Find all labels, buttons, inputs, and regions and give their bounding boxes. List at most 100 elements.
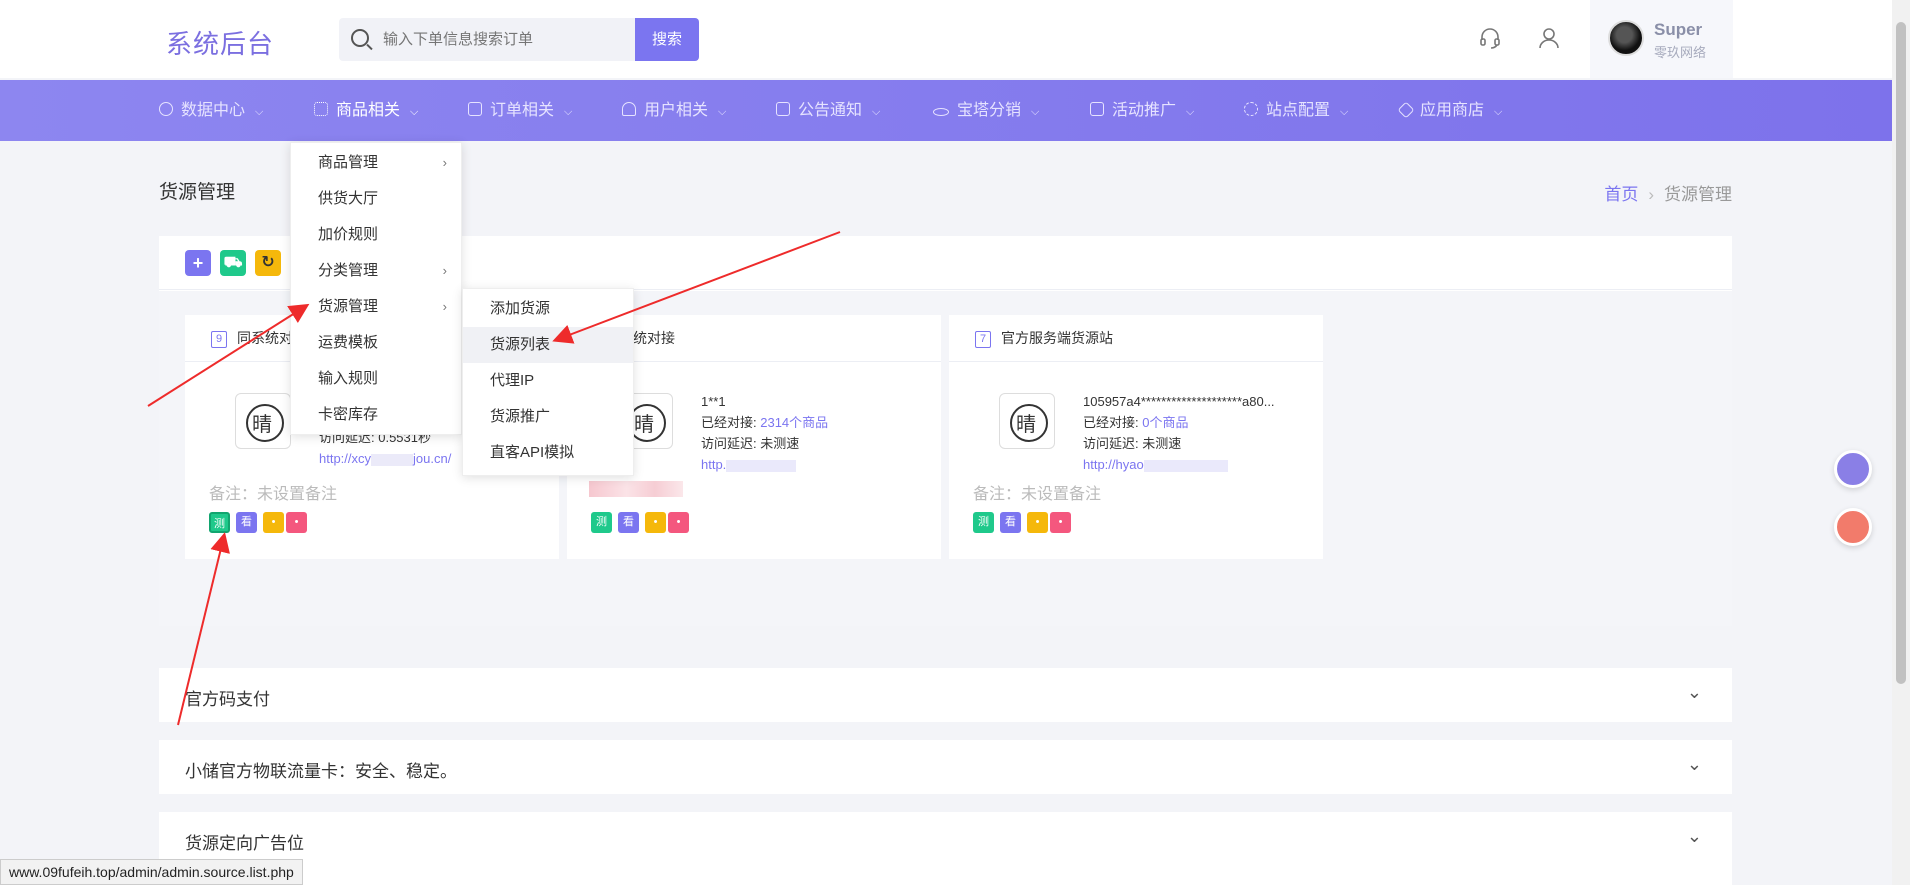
nav-promotion[interactable]: 活动推广 ⌵	[1090, 80, 1194, 141]
menu-label: 卡密库存	[318, 406, 379, 423]
cube-icon	[1397, 101, 1415, 119]
connected-value[interactable]: 0个商品	[1142, 415, 1188, 430]
cart-button[interactable]: ⛟	[220, 250, 246, 276]
edit-button[interactable]: •	[645, 512, 666, 533]
store-float-icon[interactable]	[1834, 450, 1872, 488]
breadcrumb-separator: ›	[1648, 185, 1654, 204]
cube-float-icon[interactable]	[1834, 508, 1872, 546]
delete-button[interactable]: •	[286, 512, 307, 533]
view-button[interactable]: 看	[1000, 512, 1021, 533]
menu-item-source-manage[interactable]: 货源管理 ›	[291, 289, 461, 325]
products-dropdown: 商品管理 › 供货大厅 加价规则 分类管理 › 货源管理 › 运费模板 输入规则 卡密…	[290, 142, 462, 435]
connected-value[interactable]: 2314个商品	[760, 415, 828, 430]
test-button[interactable]: 测	[591, 512, 612, 533]
menu-item-category[interactable]: 分类管理 ›	[291, 253, 461, 289]
card-link[interactable]: http://xcy	[319, 451, 371, 466]
chevron-down-icon: ⌵	[1031, 106, 1040, 118]
blurred-text	[726, 459, 797, 472]
menu-item-markup-rules[interactable]: 加价规则	[291, 217, 461, 253]
card-info: 105957a4********************a80... 已经对接:…	[1083, 391, 1275, 475]
accordion-iot-card[interactable]: 小储官方物联流量卡：安全、稳定。 ⌄	[159, 740, 1732, 794]
menu-label: 货源管理	[318, 298, 379, 315]
nav-app-store[interactable]: 应用商店 ⌵	[1397, 80, 1502, 141]
card-header: 7 官方服务端货源站	[949, 315, 1323, 362]
nav-users[interactable]: 用户相关 ⌵	[622, 80, 726, 141]
accordion-code-pay[interactable]: 官方码支付 ⌄	[159, 668, 1732, 722]
nav-data-center[interactable]: 数据中心 ⌵	[159, 80, 263, 141]
nav-orders[interactable]: 订单相关 ⌵	[468, 80, 572, 141]
edit-button[interactable]: •	[1027, 512, 1048, 533]
link-icon	[933, 108, 949, 116]
menu-item-shipping-template[interactable]: 运费模板	[291, 325, 461, 361]
submenu-proxy-ip[interactable]: 代理IP	[463, 363, 633, 399]
nav-notices[interactable]: 公告通知 ⌵	[776, 80, 880, 141]
book-icon	[776, 102, 790, 116]
card-link-tail[interactable]: jou.cn/	[413, 451, 451, 466]
chevron-down-icon: ⌄	[1686, 754, 1702, 774]
menu-label: 分类管理	[318, 262, 379, 279]
card-title: 官方服务端货源站	[1001, 330, 1113, 346]
user-icon[interactable]	[1537, 26, 1561, 50]
search-box	[339, 18, 635, 61]
view-button[interactable]: 看	[236, 512, 257, 533]
accordion-ad-slot[interactable]: 货源定向广告位 ⌄	[159, 812, 1732, 885]
submenu-api-simulate[interactable]: 直客API模拟	[463, 435, 633, 471]
nav-label: 商品相关	[336, 102, 401, 119]
card-link[interactable]: http://hyao	[1083, 457, 1144, 472]
card-account: 1**1	[701, 394, 726, 409]
search-input[interactable]	[383, 18, 623, 61]
user-panel[interactable]: Super 零玖网络	[1590, 0, 1733, 78]
chevron-right-icon: ›	[442, 299, 447, 314]
card-number: 9	[211, 331, 227, 348]
blurred-note	[589, 481, 683, 497]
menu-item-card-stock[interactable]: 卡密库存	[291, 397, 461, 433]
chevron-down-icon: ⌵	[872, 106, 881, 118]
nav-site-config[interactable]: 站点配置 ⌵	[1244, 80, 1348, 141]
menu-label: 商品管理	[318, 154, 379, 171]
blurred-text	[371, 453, 414, 466]
view-button[interactable]: 看	[618, 512, 639, 533]
source-card: 7 官方服务端货源站 105957a4********************a…	[949, 315, 1323, 559]
dashboard-icon	[159, 102, 173, 116]
chevron-down-icon: ⌵	[718, 106, 727, 118]
breadcrumb-current: 货源管理	[1664, 185, 1732, 204]
nav-distribution[interactable]: 宝塔分销 ⌵	[933, 80, 1039, 141]
card-link[interactable]: http.	[701, 457, 726, 472]
submenu-add-source[interactable]: 添加货源	[463, 291, 633, 327]
connected-label: 已经对接:	[1083, 415, 1143, 430]
accordion-title: 货源定向广告位	[185, 834, 304, 853]
nav-label: 数据中心	[181, 102, 246, 119]
add-button[interactable]: +	[185, 250, 211, 276]
breadcrumb: 首页 › 货源管理	[1604, 180, 1732, 205]
chevron-right-icon: ›	[442, 155, 447, 170]
card-account: 105957a4********************a80...	[1083, 394, 1275, 409]
menu-item-product-manage[interactable]: 商品管理 ›	[291, 145, 461, 181]
nav-products[interactable]: 商品相关 ⌵	[314, 80, 418, 141]
headset-icon[interactable]	[1478, 26, 1502, 50]
card-note: 备注：未设置备注	[209, 486, 338, 503]
submenu-source-promote[interactable]: 货源推广	[463, 399, 633, 435]
breadcrumb-home[interactable]: 首页	[1604, 185, 1638, 204]
page-title: 货源管理	[159, 182, 236, 203]
status-url: www.09fufeih.top/admin/admin.source.list…	[0, 859, 303, 885]
brand-logo[interactable]: 系统后台	[166, 24, 274, 61]
cart-icon: ⛟	[223, 254, 243, 271]
gear-icon	[1244, 102, 1258, 116]
test-button[interactable]: 测	[209, 512, 230, 533]
delete-button[interactable]: •	[1050, 512, 1071, 533]
menu-item-supply-hall[interactable]: 供货大厅	[291, 181, 461, 217]
top-header: 系统后台 搜索 Super 零玖网络	[0, 0, 1892, 78]
scrollbar-thumb[interactable]	[1896, 22, 1906, 684]
nav-label: 活动推广	[1112, 102, 1177, 119]
submenu-source-list[interactable]: 货源列表	[463, 327, 633, 363]
grid-icon	[314, 102, 328, 116]
search-button[interactable]: 搜索	[635, 18, 699, 61]
menu-item-input-rules[interactable]: 输入规则	[291, 361, 461, 397]
chevron-down-icon: ⌵	[1186, 106, 1195, 118]
refresh-button[interactable]: ↻	[255, 250, 281, 276]
chevron-down-icon: ⌵	[255, 106, 264, 118]
test-button[interactable]: 测	[973, 512, 994, 533]
card-latency: 访问延迟: 未测速	[1083, 436, 1182, 451]
edit-button[interactable]: •	[263, 512, 284, 533]
delete-button[interactable]: •	[668, 512, 689, 533]
